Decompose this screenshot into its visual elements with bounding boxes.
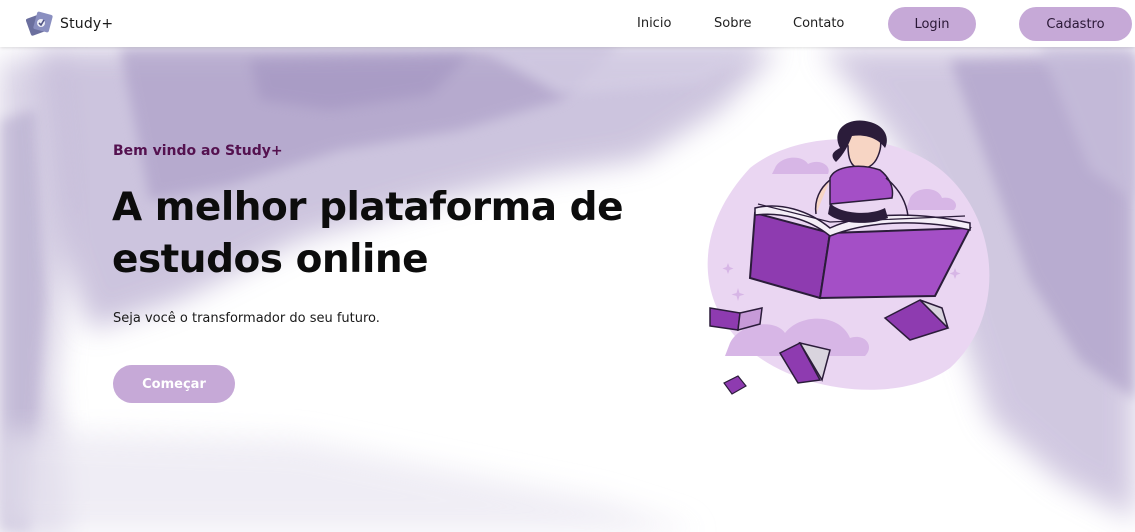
hero-subtitle: Seja você o transformador do seu futuro. [113,311,380,326]
signup-button[interactable]: Cadastro [1019,7,1132,41]
top-navbar: Study+ Inicio Sobre Contato Login Cadast… [0,0,1135,47]
nav-link-contato[interactable]: Contato [793,16,844,31]
hero-title: A melhor plataforma de estudos online [112,185,624,282]
woman-reading-flying-book-illustration [707,120,990,395]
start-button[interactable]: Começar [113,365,235,403]
nav-link-inicio[interactable]: Inicio [637,16,671,31]
study-logo-icon [26,11,53,36]
login-button[interactable]: Login [888,7,976,41]
hero-eyebrow: Bem vindo ao Study+ [113,143,283,159]
brand-name: Study+ [60,16,114,32]
brand[interactable]: Study+ [26,10,113,38]
landing-page: Study+ Inicio Sobre Contato Login Cadast… [0,0,1135,532]
nav-link-sobre[interactable]: Sobre [714,16,752,31]
